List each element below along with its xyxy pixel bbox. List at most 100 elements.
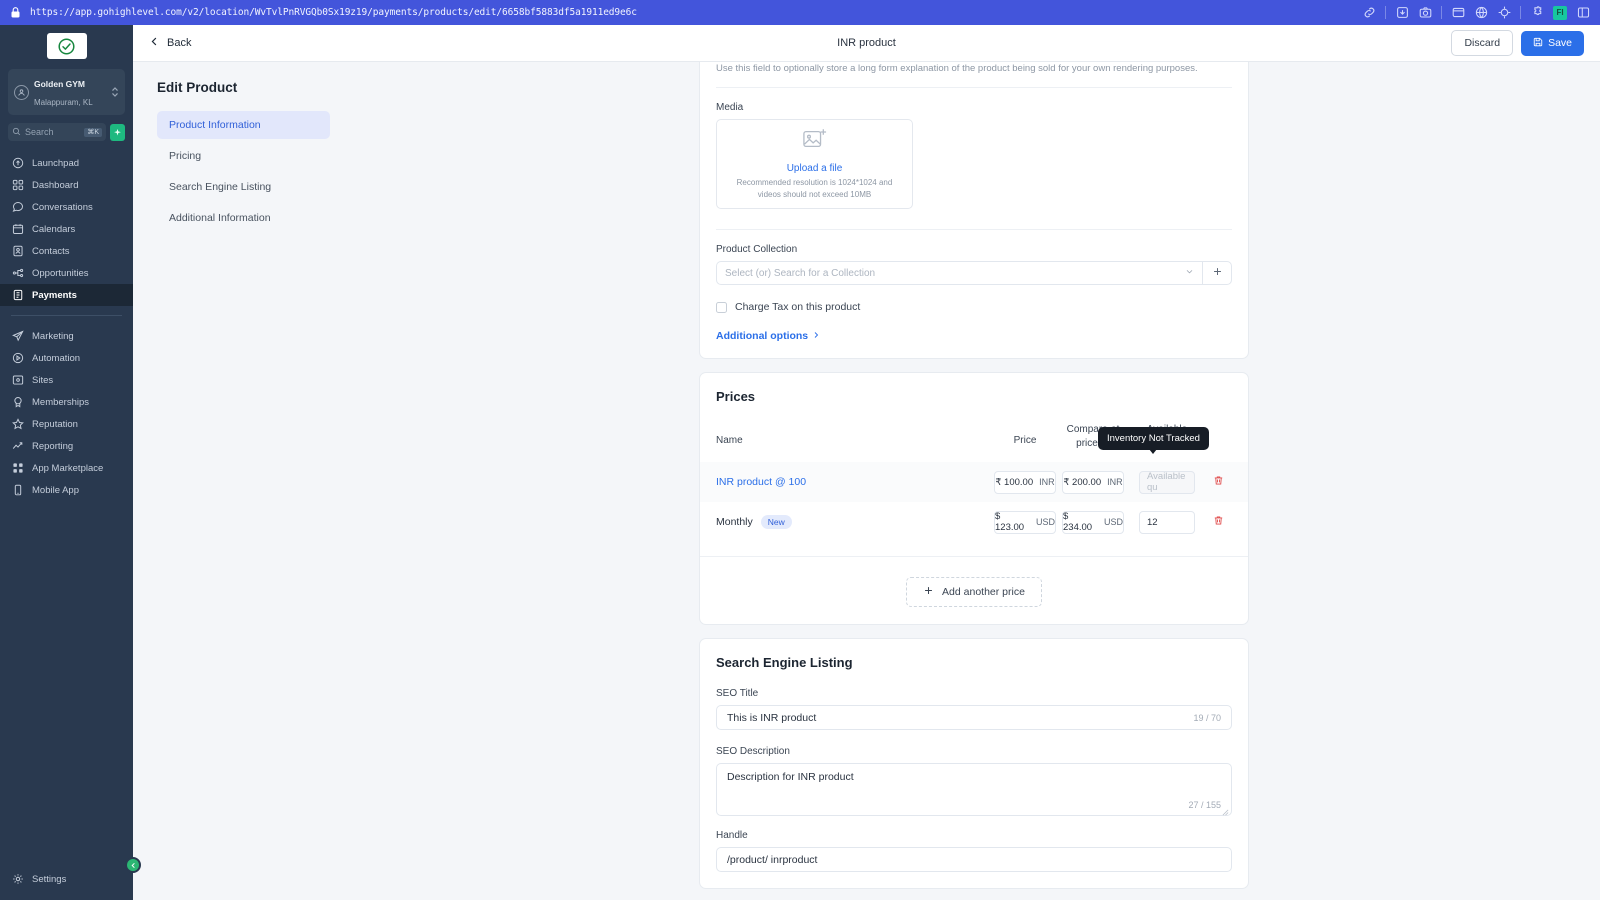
browser-toolbar: https://app.gohighlevel.com/v2/location/…	[0, 0, 1600, 25]
sidebar-item-marketing[interactable]: Marketing	[0, 325, 133, 347]
compare-at-value: $ 234.00	[1063, 511, 1098, 533]
sidebar-item-label: Reputation	[32, 419, 78, 430]
sidebar-item-conversations[interactable]: Conversations	[0, 196, 133, 218]
panel-title: Edit Product	[157, 80, 330, 95]
sidebar-item-label: Dashboard	[32, 180, 78, 191]
sparkle-icon[interactable]	[110, 124, 125, 141]
sidebar-item-memberships[interactable]: Memberships	[0, 391, 133, 413]
sidebar-item-reputation[interactable]: Reputation	[0, 413, 133, 435]
grid-icon	[11, 179, 24, 192]
upload-a-file-link[interactable]: Upload a file	[787, 163, 843, 174]
logo-container[interactable]	[0, 25, 133, 67]
sidebar-item-settings[interactable]: Settings	[0, 868, 133, 890]
upload-dropzone[interactable]: Upload a file Recommended resolution is …	[716, 119, 913, 209]
add-collection-button[interactable]	[1202, 261, 1232, 285]
seo-description-textarea[interactable]: Description for INR product 27 / 155	[716, 763, 1232, 816]
globe-icon[interactable]	[1474, 6, 1488, 20]
table-row[interactable]: INR product @ 100 ₹ 100.00 INR ₹ 200.00 …	[700, 462, 1248, 502]
price-name-label: Monthly	[716, 516, 753, 528]
price-name-link[interactable]: INR product @ 100	[716, 476, 994, 488]
delete-price-button[interactable]	[1204, 473, 1232, 491]
sidebar-item-app-marketplace[interactable]: App Marketplace	[0, 457, 133, 479]
back-button[interactable]: Back	[149, 36, 191, 50]
compare-at-input[interactable]: $ 234.00 USD	[1062, 511, 1124, 534]
sidebar-item-launchpad[interactable]: Launchpad	[0, 152, 133, 174]
compare-at-input[interactable]: ₹ 200.00 INR	[1062, 471, 1124, 494]
sidebar-item-label: Settings	[32, 874, 66, 885]
target-icon[interactable]	[1497, 6, 1511, 20]
media-section: Media Upload a file	[700, 88, 1248, 209]
compare-at-cell: ₹ 200.00 INR	[1056, 471, 1130, 494]
search-input[interactable]: Search ⌘K	[8, 123, 106, 141]
discard-button[interactable]: Discard	[1451, 30, 1513, 56]
badge-icon	[11, 396, 24, 409]
resize-handle[interactable]	[1222, 807, 1229, 814]
sidebar-search[interactable]: Search ⌘K	[8, 123, 125, 141]
sidebar-item-label: Payments	[32, 290, 77, 301]
media-label: Media	[716, 102, 1232, 113]
form-scroll-area[interactable]: Use this field to optionally store a lon…	[348, 62, 1600, 900]
sidebar-item-reporting[interactable]: Reporting	[0, 435, 133, 457]
compare-at-currency: USD	[1104, 517, 1123, 527]
calendar-icon	[11, 223, 24, 236]
price-amount-input[interactable]: ₹ 100.00 INR	[994, 471, 1056, 494]
back-label: Back	[167, 37, 191, 49]
sidebar-item-label: Mobile App	[32, 485, 79, 496]
sidebar-divider	[11, 315, 122, 316]
sidebar-nav-primary: Launchpad Dashboard Conversations Calend…	[0, 152, 133, 501]
tab-additional-information[interactable]: Additional Information	[157, 204, 330, 232]
sidebar-item-payments[interactable]: Payments	[0, 284, 133, 306]
sidebar-item-opportunities[interactable]: Opportunities	[0, 262, 133, 284]
seo-title-heading: Search Engine Listing	[716, 655, 1232, 670]
product-collection-select[interactable]: Select (or) Search for a Collection	[716, 261, 1202, 285]
green-check-logo	[47, 33, 87, 59]
save-button[interactable]: Save	[1521, 31, 1584, 56]
seo-inner: Search Engine Listing SEO Title This is …	[700, 639, 1248, 888]
available-qty-input[interactable]: 12	[1139, 511, 1195, 534]
sidebar-item-contacts[interactable]: Contacts	[0, 240, 133, 262]
chat-bubble-icon	[11, 201, 24, 214]
browser-extension-icons: FI	[1362, 6, 1592, 20]
sidebar-item-sites[interactable]: Sites	[0, 369, 133, 391]
image-plus-icon	[802, 127, 828, 156]
plus-icon	[1212, 264, 1223, 282]
extension-fi-icon[interactable]: FI	[1553, 6, 1567, 20]
sidebar-item-label: App Marketplace	[32, 463, 103, 474]
download-icon[interactable]	[1395, 6, 1409, 20]
table-row[interactable]: Monthly New $ 123.00 USD $ 234.00 USD	[700, 502, 1248, 542]
tab-product-information[interactable]: Product Information	[157, 111, 330, 139]
sidebar-item-dashboard[interactable]: Dashboard	[0, 174, 133, 196]
sidebar-item-automation[interactable]: Automation	[0, 347, 133, 369]
link-icon[interactable]	[1362, 6, 1376, 20]
url-text[interactable]: https://app.gohighlevel.com/v2/location/…	[30, 7, 637, 18]
main-area: Back INR product Discard Save Edit Produ…	[133, 25, 1600, 900]
puzzle-icon[interactable]	[1530, 6, 1544, 20]
sidebar-item-mobile-app[interactable]: Mobile App	[0, 479, 133, 501]
available-qty-input: Available qu	[1139, 471, 1195, 494]
add-another-price-button[interactable]: Add another price	[906, 577, 1042, 607]
charge-tax-row[interactable]: Charge Tax on this product	[716, 301, 1232, 313]
play-circle-icon	[11, 352, 24, 365]
tab-search-engine-listing[interactable]: Search Engine Listing	[157, 173, 330, 201]
product-collection-placeholder: Select (or) Search for a Collection	[725, 268, 875, 279]
charge-tax-checkbox[interactable]	[716, 302, 727, 313]
sidebar-item-calendars[interactable]: Calendars	[0, 218, 133, 240]
camera-icon[interactable]	[1418, 6, 1432, 20]
seo-title-counter: 19 / 70	[1193, 713, 1221, 723]
delete-price-button[interactable]	[1204, 513, 1232, 531]
price-value: ₹ 100.00	[995, 477, 1033, 488]
long-description-hint: Use this field to optionally store a lon…	[700, 62, 1248, 74]
sidebar-footer: Settings	[0, 868, 133, 900]
price-amount-input[interactable]: $ 123.00 USD	[994, 511, 1056, 534]
chevron-updown-icon	[111, 86, 119, 98]
price-name: Monthly New	[716, 515, 994, 529]
window-icon[interactable]	[1451, 6, 1465, 20]
seo-description-counter: 27 / 155	[1188, 800, 1221, 810]
handle-input[interactable]: /product/ inrproduct	[716, 847, 1232, 872]
seo-title-input[interactable]: This is INR product 19 / 70	[716, 705, 1232, 730]
sidebar-icon[interactable]	[1576, 6, 1590, 20]
tab-pricing[interactable]: Pricing	[157, 142, 330, 170]
column-header-name: Name	[716, 423, 994, 446]
additional-options-link[interactable]: Additional options	[716, 330, 1232, 342]
location-switcher[interactable]: Golden GYM Malappuram, KL	[8, 69, 125, 115]
